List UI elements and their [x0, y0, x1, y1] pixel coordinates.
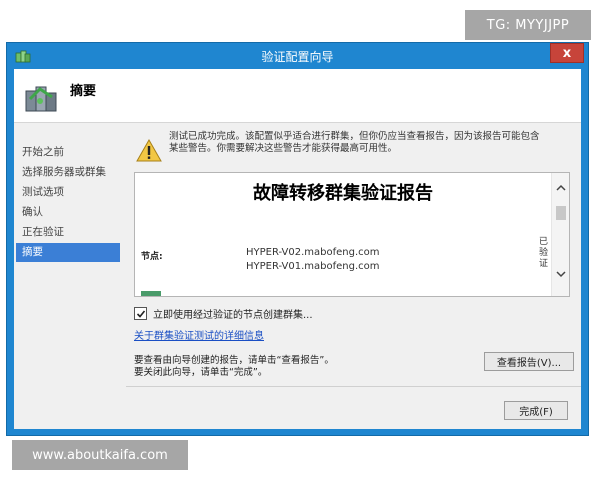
scroll-up-button[interactable]	[552, 179, 569, 195]
nav-item-select-servers[interactable]: 选择服务器或群集	[16, 163, 120, 182]
report-scrollbar[interactable]	[551, 173, 569, 296]
report-preview[interactable]: 故障转移群集验证报告 节点: HYPER-V02.mabofeng.com HY…	[134, 172, 570, 297]
nav-item-testing-options[interactable]: 测试选项	[16, 183, 120, 202]
report-status-mark	[141, 291, 161, 296]
report-title: 故障转移群集验证报告	[253, 183, 433, 204]
title-bar[interactable]: 验证配置向导 x	[7, 43, 588, 69]
nav-item-validating[interactable]: 正在验证	[16, 223, 120, 242]
watermark-top: TG: MYYJJPP	[465, 10, 591, 40]
wizard-client-area: 摘要 开始之前 选择服务器或群集 测试选项 确认 正在验证 摘要 测试已成功完成…	[14, 69, 581, 429]
validation-details-link[interactable]: 关于群集验证测试的详细信息	[134, 327, 264, 342]
chevron-up-icon	[556, 184, 566, 191]
report-node-label: 节点:	[141, 252, 163, 262]
wizard-window: 验证配置向导 x 摘要 开始之前 选择服务器或群集 测试选项 确认 正在验证 摘…	[6, 42, 589, 436]
window-title: 验证配置向导	[261, 50, 334, 64]
close-icon: x	[562, 45, 572, 61]
cluster-validation-icon	[25, 86, 57, 112]
watermark-bottom: www.aboutkaifa.com	[12, 440, 188, 470]
checkmark-icon	[136, 309, 145, 318]
report-node-host: HYPER-V02.mabofeng.com	[246, 247, 380, 258]
warning-icon	[136, 139, 162, 162]
report-verified-label: 已验证	[539, 237, 549, 269]
report-node-host: HYPER-V01.mabofeng.com	[246, 261, 380, 272]
scroll-down-button[interactable]	[552, 266, 569, 282]
finish-button[interactable]: 完成(F)	[504, 401, 568, 420]
create-cluster-label[interactable]: 立即使用经过验证的节点创建群集...	[153, 306, 313, 321]
nav-item-summary[interactable]: 摘要	[16, 243, 120, 262]
create-cluster-checkbox[interactable]	[134, 307, 147, 320]
page-title: 摘要	[70, 84, 97, 99]
close-button[interactable]: x	[550, 43, 584, 63]
view-report-button[interactable]: 查看报告(V)...	[484, 352, 574, 371]
close-wizard-instruction: 要关闭此向导，请单击“完成”。	[134, 367, 268, 378]
warning-line-2: 某些警告。你需要解决这些警告才能获得最高可用性。	[169, 143, 398, 154]
footer-divider	[126, 386, 581, 387]
wizard-steps-nav: 开始之前 选择服务器或群集 测试选项 确认 正在验证 摘要	[14, 123, 126, 429]
nav-item-confirmation[interactable]: 确认	[16, 203, 120, 222]
wizard-header: 摘要	[14, 69, 581, 123]
warning-message: 测试已成功完成。该配置似乎适合进行群集，但你仍应当查看报告，因为该报告可能包含 …	[169, 131, 574, 155]
warning-line-1: 测试已成功完成。该配置似乎适合进行群集，但你仍应当查看报告，因为该报告可能包含	[169, 131, 540, 142]
chevron-down-icon	[556, 270, 566, 277]
scroll-thumb[interactable]	[556, 206, 566, 220]
nav-item-before-you-begin[interactable]: 开始之前	[16, 143, 120, 162]
screenshot: TG: MYYJJPP 验证配置向导 x 摘要 开始之前 选择服务器或群集 测试…	[0, 0, 600, 480]
